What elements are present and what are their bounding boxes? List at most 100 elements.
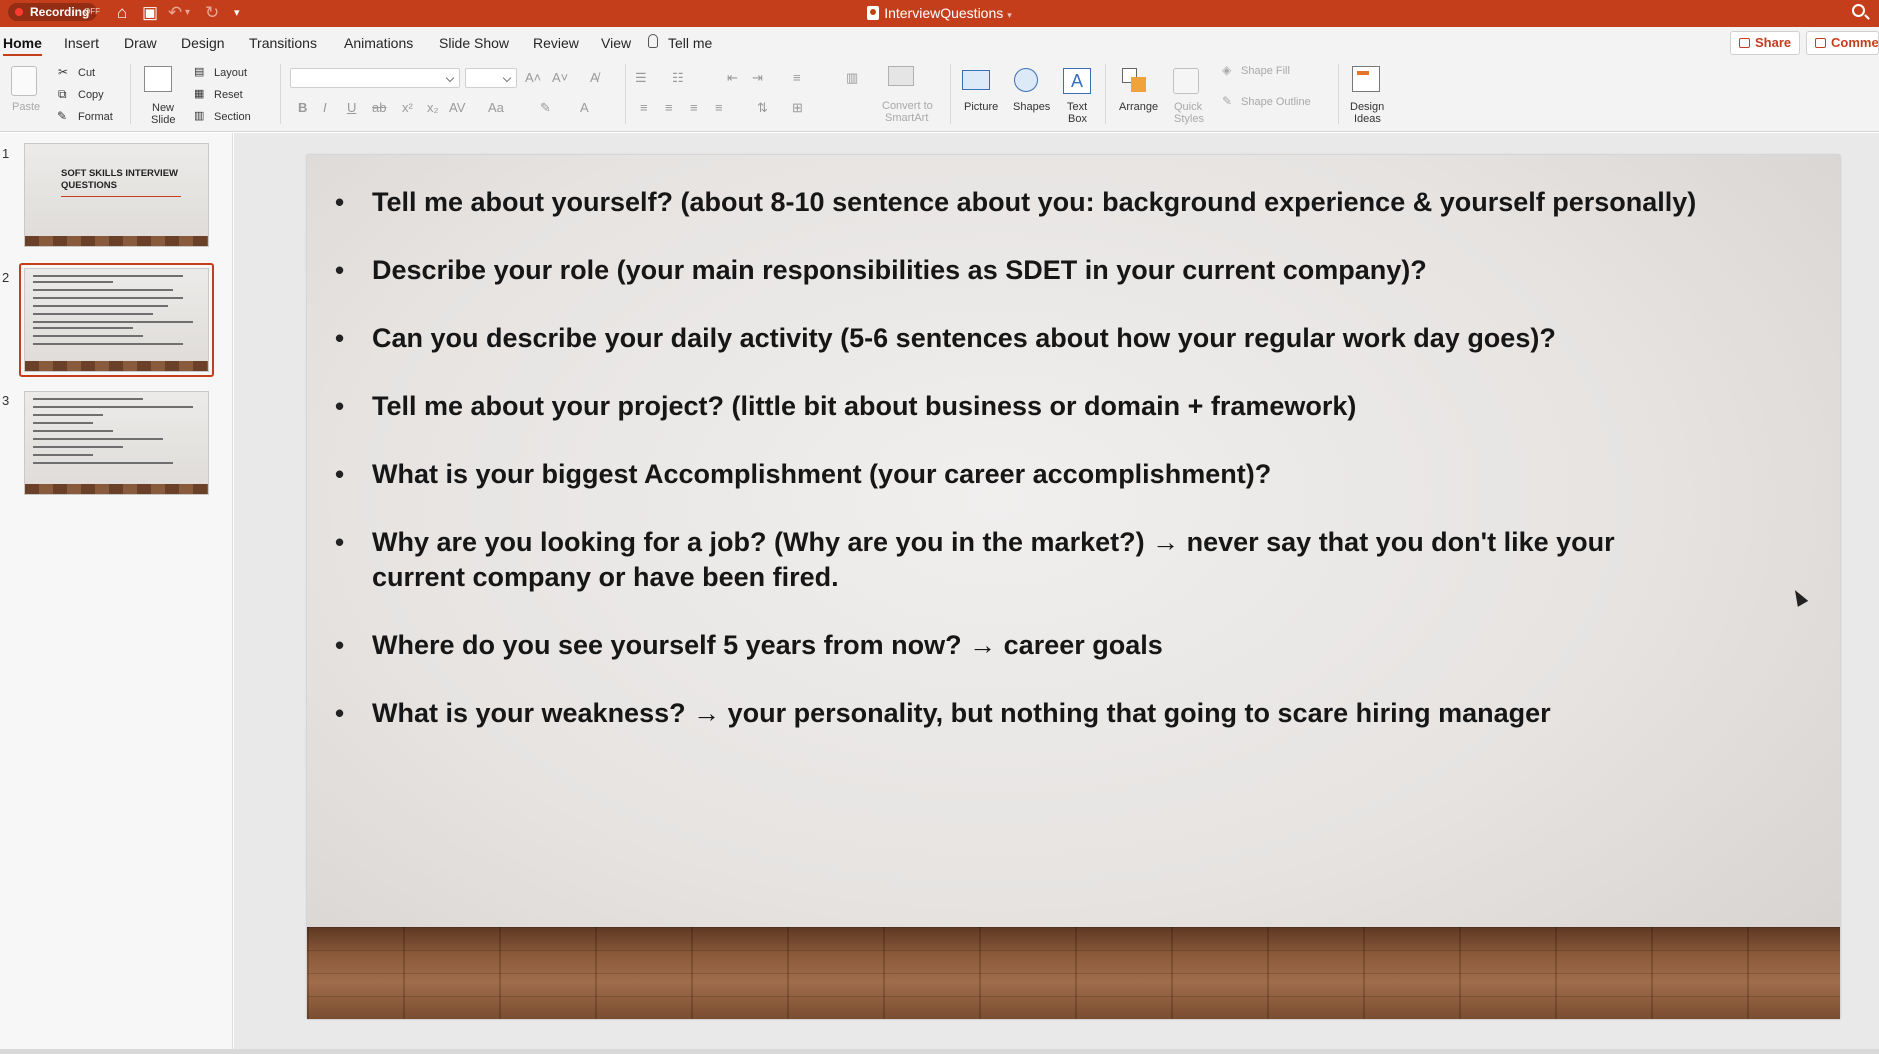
section-icon[interactable]: ▥ bbox=[194, 109, 204, 122]
format-painter-button[interactable]: Format bbox=[78, 111, 113, 123]
scissors-icon[interactable]: ✂ bbox=[58, 65, 68, 79]
highlight-icon[interactable]: ✎ bbox=[540, 100, 551, 116]
comments-button[interactable]: Comments bbox=[1806, 31, 1879, 55]
copy-icon[interactable]: ⧉ bbox=[58, 87, 67, 102]
bullet-item[interactable]: What is your biggest Accomplishment (you… bbox=[335, 457, 1702, 492]
convert-smartart-label-1[interactable]: Convert to bbox=[882, 100, 933, 112]
bullet-item[interactable]: Tell me about your project? (little bit … bbox=[335, 389, 1702, 424]
copy-button[interactable]: Copy bbox=[78, 89, 104, 101]
tab-view[interactable]: View bbox=[601, 35, 631, 51]
new-slide-label-1[interactable]: New bbox=[152, 102, 174, 114]
strikethrough-icon[interactable]: ab bbox=[372, 100, 386, 116]
bullet-item[interactable]: Where do you see yourself 5 years from n… bbox=[335, 628, 1702, 663]
tab-insert[interactable]: Insert bbox=[64, 35, 99, 51]
italic-icon[interactable]: I bbox=[323, 100, 327, 116]
bullet-item[interactable]: Describe your role (your main responsibi… bbox=[335, 253, 1702, 288]
quick-styles-icon[interactable] bbox=[1173, 68, 1199, 94]
tab-review[interactable]: Review bbox=[533, 35, 579, 51]
new-slide-icon[interactable] bbox=[144, 66, 172, 92]
slide-thumbnail-2[interactable] bbox=[24, 268, 209, 372]
bullet-item[interactable]: Why are you looking for a job? (Why are … bbox=[335, 525, 1702, 595]
design-ideas-label-1[interactable]: Design bbox=[1350, 101, 1384, 113]
arrange-icon[interactable] bbox=[1122, 68, 1148, 94]
bullets-icon[interactable]: ☰ bbox=[635, 70, 647, 86]
pen-icon[interactable]: ✎ bbox=[1222, 94, 1232, 108]
justify-icon[interactable]: ≡ bbox=[715, 100, 723, 116]
text-direction-icon[interactable]: ⇅ bbox=[757, 100, 768, 116]
character-spacing-icon[interactable]: AV bbox=[449, 100, 465, 116]
slide-thumbnail-1[interactable]: SOFT SKILLS INTERVIEW QUESTIONS bbox=[24, 143, 209, 247]
thumbnail-text-line bbox=[33, 422, 93, 424]
format-painter-icon[interactable]: ✎ bbox=[57, 109, 67, 123]
tab-slide-show[interactable]: Slide Show bbox=[439, 35, 509, 51]
current-slide[interactable]: Tell me about yourself? (about 8-10 sent… bbox=[307, 155, 1840, 1019]
decrease-indent-icon[interactable]: ⇤ bbox=[727, 70, 738, 86]
clear-formatting-icon[interactable]: A̸ bbox=[590, 70, 599, 86]
numbering-icon[interactable]: ☷ bbox=[672, 70, 684, 86]
quick-styles-label-2[interactable]: Styles bbox=[1174, 113, 1204, 125]
bullet-item[interactable]: Tell me about yourself? (about 8-10 sent… bbox=[335, 185, 1702, 220]
paste-label[interactable]: Paste bbox=[12, 101, 40, 113]
shapes-button[interactable]: Shapes bbox=[1013, 101, 1050, 113]
paste-icon[interactable] bbox=[11, 66, 37, 96]
font-name-dropdown[interactable] bbox=[290, 68, 460, 88]
quick-styles-label-1[interactable]: Quick bbox=[1174, 101, 1202, 113]
increase-font-icon[interactable]: A˄ bbox=[525, 70, 541, 86]
tab-design[interactable]: Design bbox=[181, 35, 225, 51]
tell-me-search[interactable]: Tell me bbox=[668, 35, 712, 51]
text-box-icon[interactable]: A bbox=[1063, 68, 1091, 94]
cut-button[interactable]: Cut bbox=[78, 67, 95, 79]
font-color-icon[interactable]: A bbox=[580, 100, 589, 116]
shape-fill-button[interactable]: Shape Fill bbox=[1241, 65, 1290, 77]
picture-icon[interactable] bbox=[962, 70, 990, 90]
ribbon-divider bbox=[950, 64, 951, 124]
tab-draw[interactable]: Draw bbox=[124, 35, 157, 51]
columns-icon[interactable]: ▥ bbox=[846, 70, 858, 86]
increase-indent-icon[interactable]: ⇥ bbox=[752, 70, 763, 86]
line-spacing-icon[interactable]: ≡ bbox=[793, 70, 801, 86]
slide-thumbnails-pane: 1 SOFT SKILLS INTERVIEW QUESTIONS 2 3 bbox=[0, 133, 233, 1049]
text-box-label-2[interactable]: Box bbox=[1068, 113, 1087, 125]
document-title[interactable]: InterviewQuestions bbox=[884, 5, 1003, 21]
subscript-icon[interactable]: x₂ bbox=[427, 100, 439, 116]
align-center-icon[interactable]: ≡ bbox=[665, 100, 673, 116]
share-button[interactable]: Share bbox=[1730, 31, 1801, 55]
bullet-item[interactable]: Can you describe your daily activity (5-… bbox=[335, 321, 1702, 356]
decrease-font-icon[interactable]: A˅ bbox=[552, 70, 568, 86]
section-button[interactable]: Section bbox=[214, 111, 251, 123]
title-bar: Recording OFF ⌂ ▣ ↶ ▾ ↻ ▾ InterviewQuest… bbox=[0, 0, 1879, 27]
font-size-dropdown[interactable] bbox=[465, 68, 517, 88]
text-box-label-1[interactable]: Text bbox=[1067, 101, 1087, 113]
change-case-icon[interactable]: Aa bbox=[488, 100, 504, 116]
chevron-down-icon[interactable]: ▾ bbox=[1007, 10, 1012, 20]
reset-icon[interactable]: ▦ bbox=[194, 87, 204, 100]
bullet-item[interactable]: What is your weakness? → your personalit… bbox=[335, 696, 1702, 731]
shape-outline-button[interactable]: Shape Outline bbox=[1241, 96, 1311, 108]
design-ideas-label-2[interactable]: Ideas bbox=[1354, 113, 1381, 125]
slide-thumbnail-3[interactable] bbox=[24, 391, 209, 495]
shapes-icon[interactable] bbox=[1014, 68, 1038, 92]
align-right-icon[interactable]: ≡ bbox=[690, 100, 698, 116]
layout-icon[interactable]: ▤ bbox=[194, 65, 204, 78]
convert-smartart-label-2[interactable]: SmartArt bbox=[885, 112, 928, 124]
reset-button[interactable]: Reset bbox=[214, 89, 243, 101]
tab-animations[interactable]: Animations bbox=[344, 35, 413, 51]
smartart-icon[interactable] bbox=[888, 66, 914, 86]
align-text-icon[interactable]: ⊞ bbox=[792, 100, 803, 116]
tab-transitions[interactable]: Transitions bbox=[249, 35, 317, 51]
thumbnail-number: 3 bbox=[2, 393, 10, 408]
ribbon-tabs: Home Insert Draw Design Transitions Anim… bbox=[0, 27, 1879, 57]
search-icon[interactable] bbox=[1852, 4, 1865, 17]
layout-button[interactable]: Layout bbox=[214, 67, 247, 79]
bullet-list[interactable]: Tell me about yourself? (about 8-10 sent… bbox=[335, 185, 1702, 764]
new-slide-label-2[interactable]: Slide bbox=[151, 114, 175, 126]
tab-home[interactable]: Home bbox=[3, 35, 42, 57]
align-left-icon[interactable]: ≡ bbox=[640, 100, 648, 116]
paint-bucket-icon[interactable]: ◈ bbox=[1222, 63, 1231, 77]
arrange-button[interactable]: Arrange bbox=[1119, 101, 1158, 113]
picture-button[interactable]: Picture bbox=[964, 101, 998, 113]
design-ideas-icon[interactable] bbox=[1352, 66, 1380, 92]
bold-icon[interactable]: B bbox=[298, 100, 307, 116]
superscript-icon[interactable]: x² bbox=[402, 100, 413, 116]
underline-icon[interactable]: U bbox=[347, 100, 356, 116]
